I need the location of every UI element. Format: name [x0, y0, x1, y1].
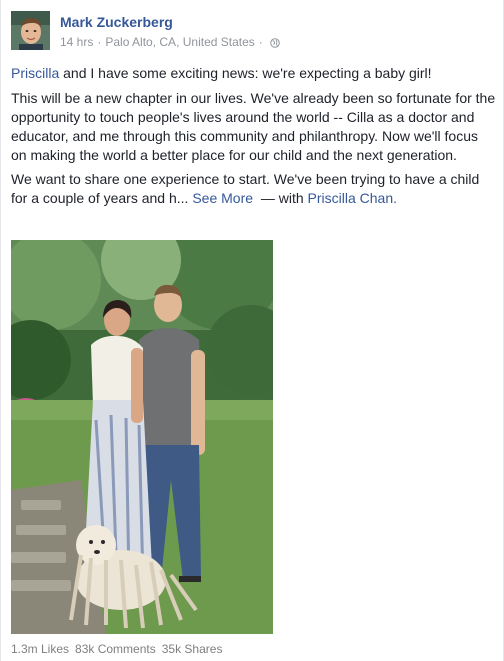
- post-stats: 1.3m Likes 83k Comments 35k Shares: [11, 642, 222, 656]
- paragraph-2: This will be a new chapter in our lives.…: [11, 90, 496, 163]
- author-name[interactable]: Mark Zuckerberg: [60, 14, 173, 30]
- post-location[interactable]: Palo Alto, CA, United States: [105, 35, 254, 49]
- see-more-link[interactable]: See More: [192, 190, 253, 206]
- paragraph-3: We want to share one experience to start…: [11, 170, 497, 208]
- priscilla-link[interactable]: Priscilla: [11, 65, 59, 81]
- globe-icon[interactable]: [269, 37, 280, 48]
- post-time[interactable]: 14 hrs: [60, 35, 93, 49]
- likes-count[interactable]: 1.3m Likes: [11, 642, 69, 656]
- post-photo[interactable]: [11, 240, 273, 634]
- tagged-person-link[interactable]: Priscilla Chan: [308, 190, 394, 206]
- post-text: Priscilla and I have some exciting news:…: [11, 64, 497, 213]
- paragraph-1: Priscilla and I have some exciting news:…: [11, 64, 497, 83]
- meta-separator: ·: [258, 35, 263, 49]
- avatar[interactable]: [11, 11, 50, 50]
- shares-count[interactable]: 35k Shares: [162, 642, 223, 656]
- paragraph-1-text: and I have some exciting news: we're exp…: [59, 65, 432, 81]
- tagged-suffix: .: [393, 190, 397, 206]
- with-text: — with: [260, 190, 304, 206]
- comments-count[interactable]: 83k Comments: [75, 642, 156, 656]
- post-meta: 14 hrs · Palo Alto, CA, United States ·: [60, 35, 280, 49]
- meta-separator: ·: [97, 35, 102, 49]
- facebook-post: Mark Zuckerberg 14 hrs · Palo Alto, CA, …: [0, 0, 504, 661]
